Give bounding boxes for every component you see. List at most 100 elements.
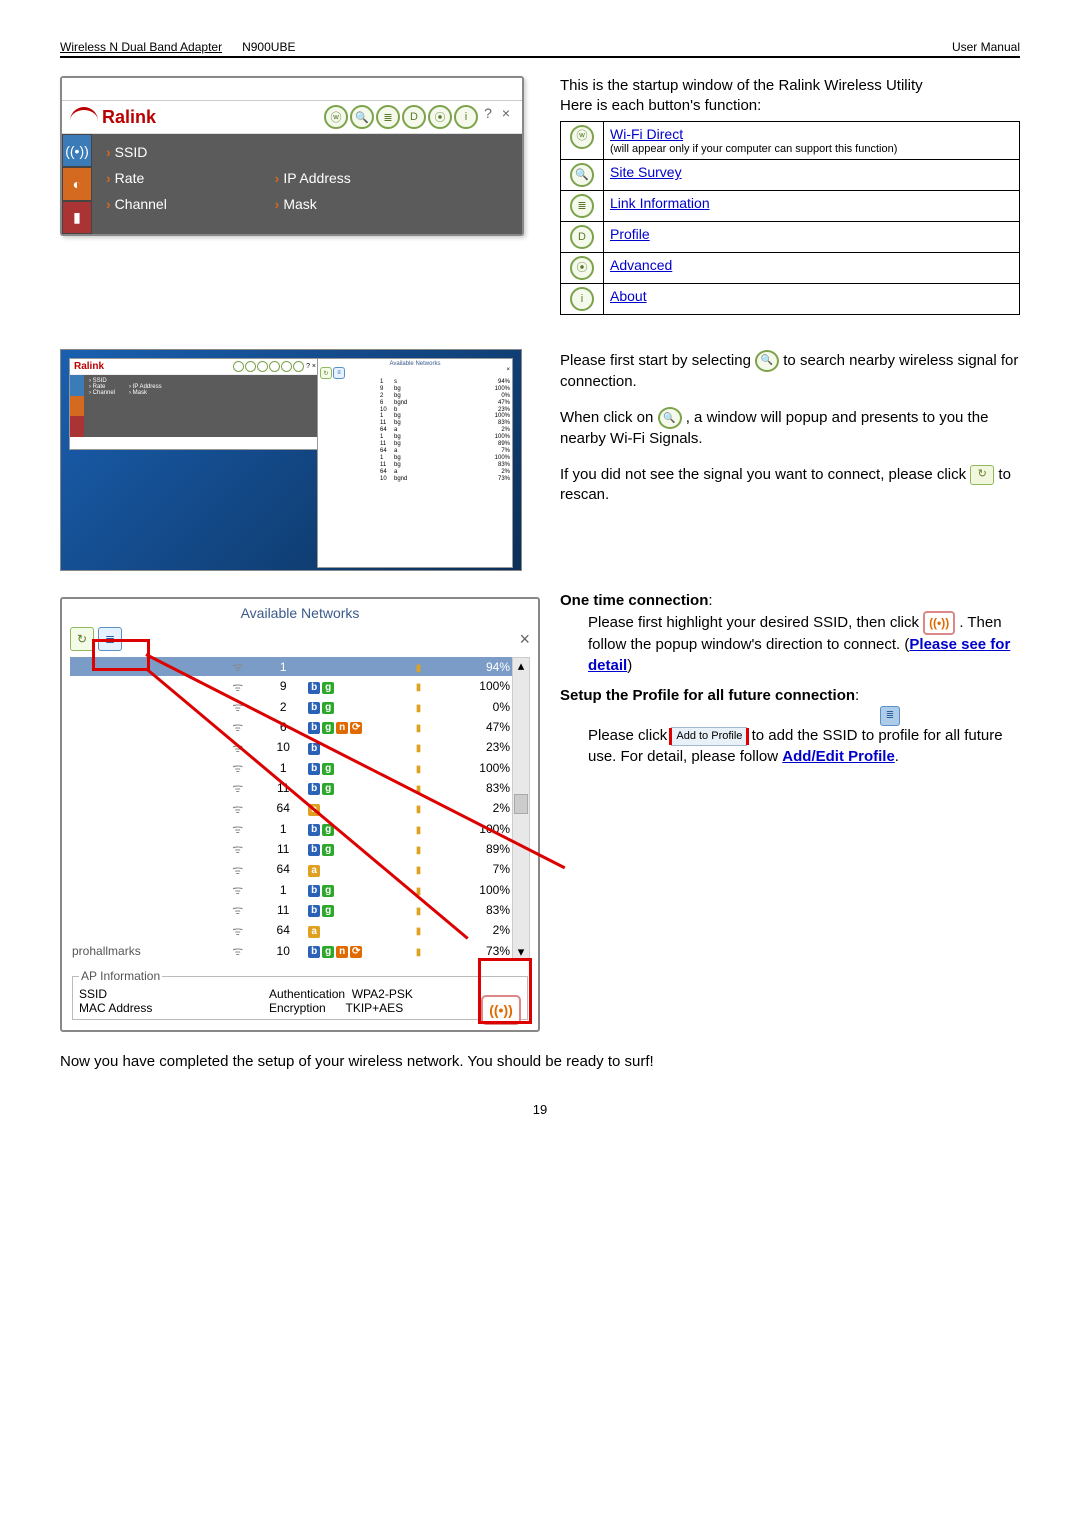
page-number: 19 — [60, 1102, 1020, 1117]
proto-n-icon: n — [336, 946, 348, 958]
advanced-icon[interactable]: ⦿ — [570, 256, 594, 280]
speed-tab-icon[interactable]: ◐ — [62, 167, 92, 200]
header-right: User Manual — [952, 40, 1020, 54]
signal-icon: ▮ — [416, 947, 422, 958]
mask-label: Mask — [283, 196, 316, 212]
status-tab-icon[interactable]: ((•)) — [62, 134, 92, 167]
table-row[interactable]: ᯤ64a▮7% — [70, 859, 512, 879]
signal-icon: ▮ — [416, 865, 422, 876]
table-row[interactable]: ᯤ1bg▮100% — [70, 757, 512, 777]
table-row[interactable]: ᯤ1bg▮100% — [70, 818, 512, 838]
mini-ralink-window: Ralink ? × › SSID › Rate› IP Address › C… — [69, 358, 321, 450]
network-icon: ᯤ — [232, 822, 243, 836]
table-row[interactable]: ᯤ1bg▮100% — [70, 879, 512, 899]
help-icon[interactable]: ? — [480, 105, 496, 129]
add-to-profile-button[interactable]: ≣ — [98, 627, 122, 651]
wifi-direct-icon[interactable]: ⓦ — [570, 125, 594, 149]
link-info-icon[interactable]: ≣ — [376, 105, 400, 129]
button-function-table: ⓦ Wi-Fi Direct(will appear only if your c… — [560, 121, 1020, 316]
func-link[interactable]: Link Information — [610, 195, 710, 211]
ssid-label: SSID — [115, 144, 195, 160]
proto-a-icon: a — [308, 926, 320, 938]
ralink-startup-window: Ralink ⓦ 🔍 ≣ D ⦿ i ? × ((•)) ◐ ▮ — [60, 76, 524, 236]
func-link[interactable]: Profile — [610, 226, 650, 242]
add-profile-toolbar-icon: ≣ — [880, 706, 900, 726]
proto-b-icon: b — [308, 763, 320, 775]
table-row[interactable]: ᯤ64a▮2% — [70, 920, 512, 940]
func-link[interactable]: Site Survey — [610, 164, 682, 180]
network-icon: ᯤ — [232, 924, 243, 938]
signal-icon: ▮ — [416, 804, 422, 815]
model-number: N900UBE — [242, 40, 295, 54]
table-row[interactable]: ᯤ11bg▮89% — [70, 839, 512, 859]
func-link[interactable]: Advanced — [610, 257, 672, 273]
site-survey-icon[interactable]: 🔍 — [350, 105, 374, 129]
table-row[interactable]: ᯤ10b▮23% — [70, 737, 512, 757]
one-time-title: One time connection — [560, 592, 708, 609]
site-survey-icon[interactable]: 🔍 — [570, 163, 594, 187]
profile-icon[interactable]: D — [402, 105, 426, 129]
proto-g-icon: g — [322, 722, 334, 734]
table-row[interactable]: ᯤ9bg▮100% — [70, 676, 512, 696]
close-available-icon[interactable]: × — [519, 629, 530, 650]
add-to-profile-inline-button[interactable]: Add to Profile — [671, 727, 747, 746]
signal-icon: ▮ — [416, 682, 422, 693]
available-networks-window: Available Networks ↻ ≣ × ᯤ1▮94%ᯤ9bg▮100%… — [60, 597, 540, 1032]
channel-label: Channel — [115, 196, 195, 212]
rescan-button[interactable]: ↻ — [70, 627, 94, 651]
proto-b-icon: b — [308, 722, 320, 734]
proto-b-icon: b — [308, 905, 320, 917]
scrollbar[interactable]: ▴ ▾ — [512, 657, 530, 961]
rescan-inline-icon[interactable]: ↻ — [970, 465, 994, 485]
proto-b-icon: b — [308, 824, 320, 836]
close-icon[interactable]: × — [498, 105, 514, 129]
advanced-icon[interactable]: ⦿ — [428, 105, 452, 129]
signal-icon: ▮ — [416, 723, 422, 734]
link-info-icon[interactable]: ≣ — [570, 194, 594, 218]
proto-b-icon: b — [308, 885, 320, 897]
proto-g-icon: g — [322, 783, 334, 795]
closing-text: Now you have completed the setup of your… — [60, 1052, 1020, 1072]
profile-icon[interactable]: D — [570, 225, 594, 249]
proto-a-icon: a — [308, 865, 320, 877]
ap-information: AP Information SSID Authentication WPA2-… — [72, 969, 528, 1020]
signal-icon: ▮ — [416, 764, 422, 775]
proto-d-icon: ⟳ — [350, 946, 362, 958]
wifi-direct-icon[interactable]: ⓦ — [324, 105, 348, 129]
intro-text-1: This is the startup window of the Ralink… — [560, 76, 1020, 96]
para-select: Please first start by selecting 🔍 to sea… — [560, 350, 1020, 392]
connect-inline-icon[interactable]: ((•)) — [923, 611, 955, 635]
product-link[interactable]: Wireless N Dual Band Adapter — [60, 40, 222, 54]
para-popup: When click on 🔍 , a window will popup an… — [560, 407, 1020, 449]
proto-g-icon: g — [322, 905, 334, 917]
proto-n-icon: n — [336, 722, 348, 734]
func-link[interactable]: Wi-Fi Direct — [610, 126, 683, 142]
ip-label: IP Address — [283, 170, 350, 186]
site-survey-inline-icon[interactable]: 🔍 — [755, 350, 779, 372]
add-edit-profile-link[interactable]: Add/Edit Profile — [782, 748, 895, 765]
signal-icon: ▮ — [416, 845, 422, 856]
connect-button[interactable]: ((•)) — [481, 995, 521, 1025]
about-icon[interactable]: i — [454, 105, 478, 129]
network-icon: ᯤ — [232, 781, 243, 795]
proto-b-icon: b — [308, 844, 320, 856]
table-row[interactable]: ᯤ2bg▮0% — [70, 696, 512, 716]
func-sublabel: (will appear only if your computer can s… — [610, 143, 1013, 156]
signal-icon: ▮ — [416, 926, 422, 937]
about-icon[interactable]: i — [570, 287, 594, 311]
signal-icon: ▮ — [416, 906, 422, 917]
table-row[interactable]: ᯤ1▮94% — [70, 657, 512, 676]
site-survey-inline-icon-2[interactable]: 🔍 — [658, 407, 682, 429]
func-link[interactable]: About — [610, 288, 647, 304]
proto-b-icon: b — [308, 946, 320, 958]
network-icon: ᯤ — [232, 680, 243, 694]
signal-tab-icon[interactable]: ▮ — [62, 201, 92, 234]
table-row[interactable]: prohallmarksᯤ10bgn⟳▮73% — [70, 941, 512, 962]
proto-d-icon: ⟳ — [350, 722, 362, 734]
proto-s-icon — [308, 659, 320, 671]
scroll-thumb[interactable] — [514, 794, 528, 814]
network-icon: ᯤ — [232, 863, 243, 877]
signal-icon: ▮ — [416, 663, 422, 674]
proto-g-icon: g — [322, 682, 334, 694]
rate-label: Rate — [115, 170, 195, 186]
